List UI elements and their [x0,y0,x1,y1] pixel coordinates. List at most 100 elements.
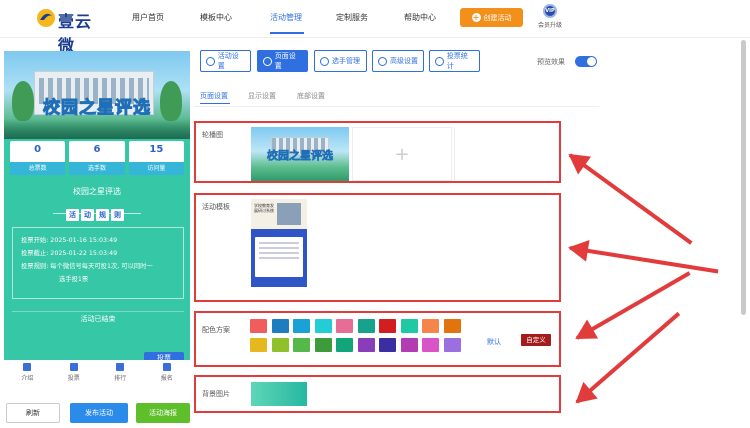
crowd-silhouette [4,119,190,139]
color-swatch[interactable] [293,319,310,333]
template-caption: 学校教育发展研讨系统 [254,203,274,213]
vote-end-time: 投票截止: 2025-01-22 15:03:49 [21,250,118,257]
stat-value: 15 [149,144,164,155]
annotation-arrow [566,236,719,276]
logo-icon [37,9,55,27]
tab-page-settings[interactable]: 页面设置 [257,50,308,72]
annotation-arrow [561,144,694,247]
color-swatch[interactable] [379,319,396,333]
color-swatch[interactable] [379,338,396,352]
carousel-image-title: 校园之星评选 [267,149,334,163]
stat-label: 选手数 [69,162,125,175]
sliders-icon [378,56,387,66]
vip-upgrade-label: 会员升级 [537,22,562,29]
tab-label: 报名 [160,375,173,382]
tab-intro[interactable]: 介绍 [4,360,51,386]
stat-contestants: 6 选手数 [69,141,125,175]
color-swatch[interactable] [271,338,289,352]
stat-value: 6 [93,144,101,155]
color-swatch[interactable] [422,319,439,333]
color-swatch[interactable] [336,319,353,333]
toolbar-label: 高级设置 [390,57,418,65]
preview-tab-bar: 介绍 投票 排行 报名 [4,360,190,386]
active-subtab-underline [200,103,230,104]
banner-title: 校园之星评选 [43,98,151,119]
nav-activity-management[interactable]: 活动管理 [270,12,302,23]
flag-icon [69,363,78,371]
tab-signup[interactable]: 报名 [144,360,191,386]
rules-char: 动 [81,209,94,221]
vote-start-time: 投票开始: 2025-01-16 15:03:49 [21,237,118,244]
create-activity-button[interactable]: + 创建活动 [460,8,523,27]
subtab-page-settings[interactable]: 页面设置 [200,91,228,101]
nav-custom-service[interactable]: 定制服务 [336,12,368,23]
preview-banner: 校园之星评选 [4,51,190,139]
vip-upgrade[interactable]: VIP 会员升级 [535,4,565,34]
color-swatch[interactable] [336,338,353,352]
carousel-image[interactable]: 校园之星评选 [251,127,349,181]
add-image-button[interactable]: + [352,127,452,181]
tab-advanced-settings[interactable]: 高级设置 [372,50,424,72]
tab-vote[interactable]: 投票 [51,360,98,386]
preview-effect-toggle[interactable] [575,56,597,67]
stat-label: 总票数 [10,162,66,175]
color-swatch[interactable] [314,319,332,333]
color-swatch[interactable] [314,338,332,352]
plus-icon: + [394,143,410,165]
create-activity-label: 创建活动 [483,13,512,22]
page-scrollbar[interactable] [741,40,746,315]
top-navigation-bar: 壹云微 用户首页 模板中心 活动管理 定制服务 帮助中心 + 创建活动 VIP … [0,0,750,55]
default-scheme-link[interactable]: 默认 [487,337,501,347]
publish-activity-button[interactable]: 发布活动 [70,403,128,423]
users-icon [320,56,329,66]
template-card [255,237,303,277]
color-swatch[interactable] [250,338,267,352]
template-thumbnail[interactable]: 学校教育发展研讨系统 [251,199,307,295]
color-swatch[interactable] [357,338,375,352]
color-swatch[interactable] [271,319,289,333]
ranking-icon [116,363,125,371]
vote-rule-line-cont: 选手投1票 [59,276,89,283]
gear-icon [206,56,215,66]
refresh-button[interactable]: 刷新 [6,403,60,423]
tab-activity-settings[interactable]: 活动设置 [200,50,251,72]
color-swatch[interactable] [443,338,461,352]
subtab-footer-settings[interactable]: 底部设置 [297,91,325,101]
rules-char: 则 [111,209,124,221]
brand-logo[interactable]: 壹云微 [36,6,106,55]
color-swatch[interactable] [422,338,439,352]
stat-visits: 15 访问量 [128,141,184,175]
tab-label: 投票 [67,375,80,382]
active-nav-underline [270,32,304,34]
activity-info-box: 投票开始: 2025-01-16 15:03:49 投票截止: 2025-01-… [12,227,184,299]
carousel-section: 轮播图 校园之星评选 + [194,121,561,183]
bar-chart-icon [435,56,444,66]
background-thumbnail[interactable] [251,382,307,406]
color-scheme-section: 配色方案 默认 自定义 [194,311,561,367]
color-swatch[interactable] [293,338,310,352]
tab-contestant-management[interactable]: 选手管理 [314,50,367,72]
activity-rules-heading: 活 动 规 则 [66,209,124,221]
nav-template-center[interactable]: 模板中心 [200,12,232,23]
color-swatch[interactable] [400,319,418,333]
color-swatch[interactable] [443,319,461,333]
stat-total-votes: 0 总票数 [10,141,66,175]
gear-icon [263,56,272,66]
nav-home[interactable]: 用户首页 [132,12,164,23]
tab-label: 排行 [114,375,127,382]
stats-row: 0 总票数 6 选手数 15 访问量 [10,141,184,175]
campaign-name: 校园之星评选 [73,187,121,196]
color-swatch[interactable] [400,338,418,352]
nav-help-center[interactable]: 帮助中心 [404,12,436,23]
color-swatch[interactable] [357,319,375,333]
subtab-display-settings[interactable]: 显示设置 [248,91,276,101]
custom-color-button[interactable]: 自定义 [521,334,551,346]
signup-icon [162,363,171,371]
tab-vote-statistics[interactable]: 投票统计 [429,50,480,72]
color-swatch-grid [250,319,470,352]
color-swatch[interactable] [250,319,267,333]
toolbar-label: 投票统计 [446,52,468,70]
tab-ranking[interactable]: 排行 [97,360,144,386]
scheme-label: 配色方案 [202,326,230,334]
activity-poster-button[interactable]: 活动海报 [136,403,190,423]
